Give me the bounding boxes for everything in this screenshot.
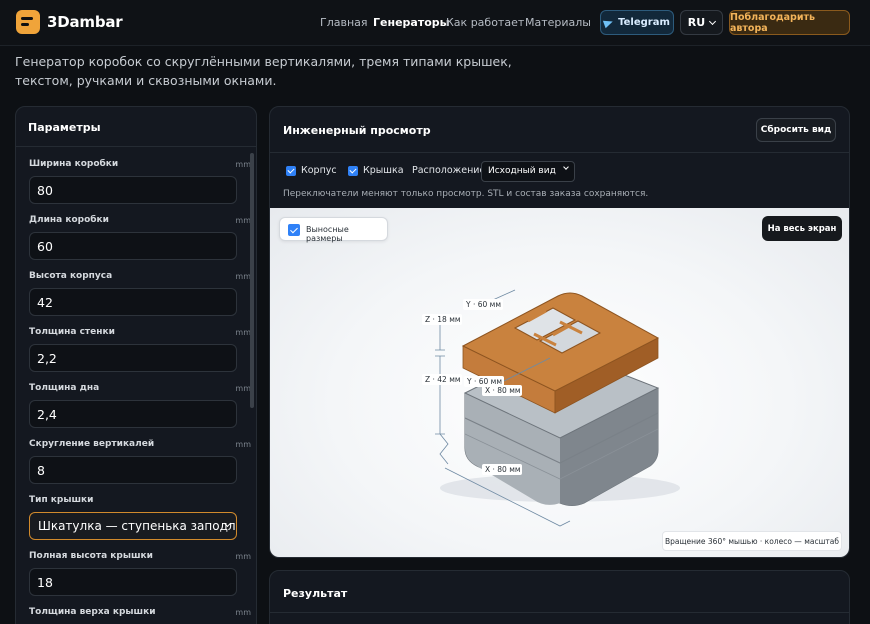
field-label: Длина коробки bbox=[29, 215, 109, 225]
field-box-length: Длина коробки mm 60 bbox=[29, 215, 253, 260]
wall-thickness-input[interactable]: 2,2 bbox=[29, 344, 237, 372]
field-body-height: Высота корпуса mm 42 bbox=[29, 271, 253, 316]
nav-home[interactable]: Главная bbox=[320, 16, 368, 29]
lid-type-value: Шкатулка — ступенька заподлицо bbox=[38, 519, 237, 533]
nav-generators[interactable]: Генераторы bbox=[373, 16, 450, 29]
parameters-panel: Параметры Ширина коробки mm 80 Длина кор… bbox=[15, 106, 257, 624]
top-bar: 3Dambar Главная Генераторы Как работает … bbox=[0, 0, 870, 46]
field-label: Толщина верха крышки bbox=[29, 607, 156, 617]
result-panel: Результат bbox=[269, 570, 850, 624]
field-unit: mm bbox=[235, 160, 251, 169]
field-lid-type: Тип крышки Шкатулка — ступенька заподлиц… bbox=[29, 495, 253, 540]
dimensions-checkbox[interactable] bbox=[288, 224, 300, 236]
field-lid-top-thickness: Толщина верха крышки mm bbox=[29, 607, 253, 617]
thank-author-button[interactable]: Поблагодарить автора bbox=[729, 10, 850, 35]
logo-icon[interactable] bbox=[16, 10, 40, 34]
field-unit: mm bbox=[235, 384, 251, 393]
reset-view-button[interactable]: Сбросить вид bbox=[756, 118, 836, 142]
field-label: Ширина коробки bbox=[29, 159, 119, 169]
parameters-title: Параметры bbox=[16, 107, 256, 147]
lid-height-input[interactable]: 18 bbox=[29, 568, 237, 596]
field-unit: mm bbox=[235, 440, 251, 449]
viewer-hint: Переключатели меняют только просмотр. ST… bbox=[283, 189, 649, 199]
field-label: Полная высота крышки bbox=[29, 551, 153, 561]
field-label: Высота корпуса bbox=[29, 271, 113, 281]
field-label: Толщина дна bbox=[29, 383, 100, 393]
dim-z-body: Z · 42 мм bbox=[425, 375, 461, 384]
field-unit: mm bbox=[235, 328, 251, 337]
field-unit: mm bbox=[235, 216, 251, 225]
result-title: Результат bbox=[283, 587, 348, 600]
dim-x-mid: X · 80 мм bbox=[485, 386, 521, 395]
telegram-label: Telegram bbox=[618, 17, 670, 28]
field-unit: mm bbox=[235, 608, 251, 617]
position-value: Исходный вид bbox=[488, 166, 556, 176]
dim-y-mid: Y · 60 мм bbox=[466, 377, 502, 386]
engineering-view-panel: Инженерный просмотр Сбросить вид Корпус … bbox=[269, 106, 850, 558]
viewer-title: Инженерный просмотр bbox=[283, 124, 431, 137]
field-corner-radius: Скругление вертикалей mm 8 bbox=[29, 439, 253, 484]
body-checkbox-label[interactable]: Корпус bbox=[301, 165, 337, 176]
brand-name[interactable]: 3Dambar bbox=[47, 13, 123, 31]
3d-viewport[interactable]: Y · 60 мм Z · 18 мм Z · 42 мм Y · 60 мм … bbox=[270, 208, 849, 557]
fullscreen-button[interactable]: На весь экран bbox=[762, 216, 842, 241]
language-select[interactable]: RU bbox=[680, 10, 723, 35]
field-lid-height: Полная высота крышки mm 18 bbox=[29, 551, 253, 596]
field-label: Скругление вертикалей bbox=[29, 439, 155, 449]
chevron-down-icon bbox=[563, 164, 569, 170]
field-label: Тип крышки bbox=[29, 495, 94, 505]
divider bbox=[270, 612, 849, 613]
language-value: RU bbox=[687, 16, 706, 29]
page-intro: Генератор коробок со скруглёнными вертик… bbox=[15, 54, 512, 88]
viewport-caption: Вращение 360° мышью · колесо — масштаб bbox=[662, 531, 842, 551]
dimensions-label: Выносные размеры bbox=[306, 225, 349, 243]
dim-z-lid: Z · 18 мм bbox=[425, 315, 461, 324]
box-width-input[interactable]: 80 bbox=[29, 176, 237, 204]
lid-type-select[interactable]: Шкатулка — ступенька заподлицо bbox=[29, 512, 237, 540]
field-unit: mm bbox=[235, 552, 251, 561]
field-bottom-thickness: Толщина дна mm 2,4 bbox=[29, 383, 253, 428]
field-wall-thickness: Толщина стенки mm 2,2 bbox=[29, 327, 253, 372]
corner-radius-input[interactable]: 8 bbox=[29, 456, 237, 484]
body-height-input[interactable]: 42 bbox=[29, 288, 237, 316]
dim-x-bottom: X · 80 мм bbox=[485, 465, 521, 474]
telegram-icon bbox=[603, 17, 615, 28]
telegram-button[interactable]: Telegram bbox=[600, 10, 674, 35]
nav-how-it-works[interactable]: Как работает bbox=[446, 16, 524, 29]
position-select[interactable]: Исходный вид bbox=[481, 161, 575, 182]
box-model: Y · 60 мм Z · 18 мм Z · 42 мм Y · 60 мм … bbox=[422, 289, 680, 527]
field-box-width: Ширина коробки mm 80 bbox=[29, 159, 253, 204]
lid-checkbox-label[interactable]: Крышка bbox=[363, 165, 404, 176]
box-length-input[interactable]: 60 bbox=[29, 232, 237, 260]
position-label: Расположение bbox=[412, 165, 486, 176]
nav-materials[interactable]: Материалы bbox=[525, 16, 591, 29]
chevron-down-icon bbox=[709, 17, 717, 25]
field-label: Толщина стенки bbox=[29, 327, 115, 337]
parameters-scrollbar[interactable] bbox=[250, 153, 254, 408]
body-checkbox[interactable] bbox=[286, 166, 296, 176]
dim-y-top: Y · 60 мм bbox=[465, 300, 501, 309]
divider bbox=[270, 152, 849, 153]
field-unit: mm bbox=[235, 272, 251, 281]
lid-checkbox[interactable] bbox=[348, 166, 358, 176]
bottom-thickness-input[interactable]: 2,4 bbox=[29, 400, 237, 428]
dimensions-toggle[interactable]: Выносные размеры bbox=[279, 217, 388, 243]
